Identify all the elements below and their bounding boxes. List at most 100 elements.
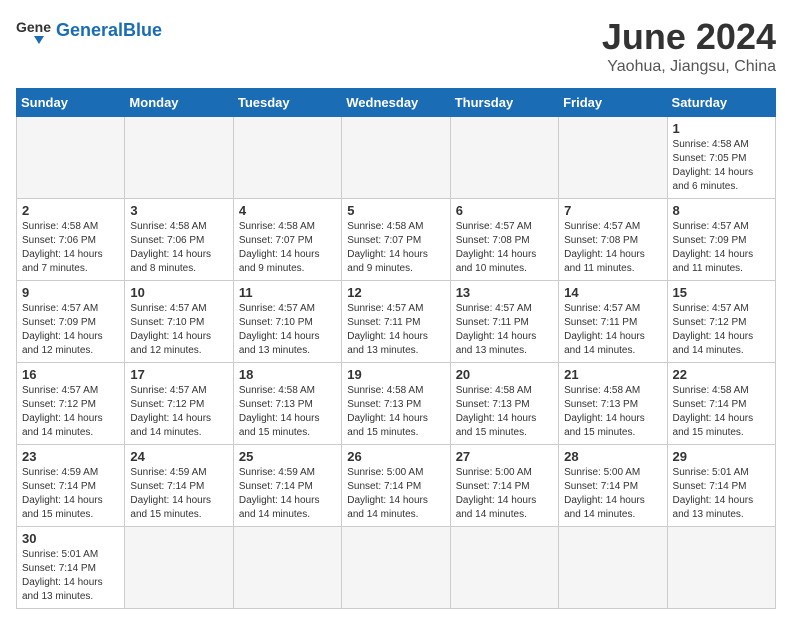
day-info: Sunrise: 5:01 AM Sunset: 7:14 PM Dayligh…: [673, 466, 770, 522]
day-info: Sunrise: 4:57 AM Sunset: 7:12 PM Dayligh…: [673, 302, 770, 358]
table-row: 7 Sunrise: 4:57 AM Sunset: 7:08 PM Dayli…: [559, 199, 667, 281]
table-row: 24 Sunrise: 4:59 AM Sunset: 7:14 PM Dayl…: [125, 445, 233, 527]
day-info: Sunrise: 4:57 AM Sunset: 7:08 PM Dayligh…: [456, 220, 553, 276]
day-info: Sunrise: 4:58 AM Sunset: 7:13 PM Dayligh…: [239, 384, 336, 440]
day-number: 4: [239, 203, 336, 218]
day-number: 26: [347, 449, 444, 464]
day-number: 21: [564, 367, 661, 382]
table-row: 29 Sunrise: 5:01 AM Sunset: 7:14 PM Dayl…: [667, 445, 775, 527]
title-block: June 2024 Yaohua, Jiangsu, China: [602, 16, 776, 76]
header-friday: Friday: [559, 89, 667, 117]
day-info: Sunrise: 4:58 AM Sunset: 7:13 PM Dayligh…: [456, 384, 553, 440]
day-info: Sunrise: 4:59 AM Sunset: 7:14 PM Dayligh…: [130, 466, 227, 522]
day-info: Sunrise: 5:00 AM Sunset: 7:14 PM Dayligh…: [347, 466, 444, 522]
calendar-week-row: 9 Sunrise: 4:57 AM Sunset: 7:09 PM Dayli…: [17, 281, 776, 363]
table-row: 27 Sunrise: 5:00 AM Sunset: 7:14 PM Dayl…: [450, 445, 558, 527]
page-header: General GeneralBlue June 2024 Yaohua, Ji…: [16, 16, 776, 76]
table-row: [559, 117, 667, 199]
day-number: 8: [673, 203, 770, 218]
day-info: Sunrise: 4:57 AM Sunset: 7:09 PM Dayligh…: [673, 220, 770, 276]
day-number: 28: [564, 449, 661, 464]
logo-text: GeneralBlue: [56, 20, 162, 40]
day-number: 5: [347, 203, 444, 218]
day-info: Sunrise: 4:57 AM Sunset: 7:10 PM Dayligh…: [239, 302, 336, 358]
table-row: 5 Sunrise: 4:58 AM Sunset: 7:07 PM Dayli…: [342, 199, 450, 281]
day-number: 14: [564, 285, 661, 300]
table-row: [450, 117, 558, 199]
day-number: 6: [456, 203, 553, 218]
table-row: 17 Sunrise: 4:57 AM Sunset: 7:12 PM Dayl…: [125, 363, 233, 445]
table-row: 9 Sunrise: 4:57 AM Sunset: 7:09 PM Dayli…: [17, 281, 125, 363]
day-number: 30: [22, 531, 119, 546]
calendar-week-row: 30 Sunrise: 5:01 AM Sunset: 7:14 PM Dayl…: [17, 527, 776, 609]
day-number: 18: [239, 367, 336, 382]
table-row: [125, 527, 233, 609]
day-info: Sunrise: 4:58 AM Sunset: 7:13 PM Dayligh…: [564, 384, 661, 440]
day-info: Sunrise: 4:57 AM Sunset: 7:11 PM Dayligh…: [564, 302, 661, 358]
table-row: 15 Sunrise: 4:57 AM Sunset: 7:12 PM Dayl…: [667, 281, 775, 363]
table-row: 23 Sunrise: 4:59 AM Sunset: 7:14 PM Dayl…: [17, 445, 125, 527]
header-tuesday: Tuesday: [233, 89, 341, 117]
table-row: 12 Sunrise: 4:57 AM Sunset: 7:11 PM Dayl…: [342, 281, 450, 363]
table-row: 26 Sunrise: 5:00 AM Sunset: 7:14 PM Dayl…: [342, 445, 450, 527]
table-row: [233, 527, 341, 609]
weekday-header-row: Sunday Monday Tuesday Wednesday Thursday…: [17, 89, 776, 117]
day-number: 3: [130, 203, 227, 218]
table-row: 4 Sunrise: 4:58 AM Sunset: 7:07 PM Dayli…: [233, 199, 341, 281]
table-row: 28 Sunrise: 5:00 AM Sunset: 7:14 PM Dayl…: [559, 445, 667, 527]
table-row: [342, 527, 450, 609]
day-info: Sunrise: 4:57 AM Sunset: 7:09 PM Dayligh…: [22, 302, 119, 358]
table-row: 16 Sunrise: 4:57 AM Sunset: 7:12 PM Dayl…: [17, 363, 125, 445]
day-info: Sunrise: 4:57 AM Sunset: 7:10 PM Dayligh…: [130, 302, 227, 358]
header-sunday: Sunday: [17, 89, 125, 117]
table-row: 13 Sunrise: 4:57 AM Sunset: 7:11 PM Dayl…: [450, 281, 558, 363]
day-number: 17: [130, 367, 227, 382]
table-row: 10 Sunrise: 4:57 AM Sunset: 7:10 PM Dayl…: [125, 281, 233, 363]
day-info: Sunrise: 4:58 AM Sunset: 7:06 PM Dayligh…: [130, 220, 227, 276]
table-row: [667, 527, 775, 609]
table-row: 3 Sunrise: 4:58 AM Sunset: 7:06 PM Dayli…: [125, 199, 233, 281]
day-number: 19: [347, 367, 444, 382]
header-thursday: Thursday: [450, 89, 558, 117]
day-info: Sunrise: 4:58 AM Sunset: 7:07 PM Dayligh…: [239, 220, 336, 276]
day-number: 29: [673, 449, 770, 464]
table-row: 2 Sunrise: 4:58 AM Sunset: 7:06 PM Dayli…: [17, 199, 125, 281]
table-row: 30 Sunrise: 5:01 AM Sunset: 7:14 PM Dayl…: [17, 527, 125, 609]
day-info: Sunrise: 5:00 AM Sunset: 7:14 PM Dayligh…: [564, 466, 661, 522]
table-row: [125, 117, 233, 199]
day-info: Sunrise: 4:59 AM Sunset: 7:14 PM Dayligh…: [22, 466, 119, 522]
day-number: 16: [22, 367, 119, 382]
table-row: [342, 117, 450, 199]
day-info: Sunrise: 4:59 AM Sunset: 7:14 PM Dayligh…: [239, 466, 336, 522]
day-info: Sunrise: 4:57 AM Sunset: 7:08 PM Dayligh…: [564, 220, 661, 276]
day-number: 1: [673, 121, 770, 136]
day-info: Sunrise: 4:57 AM Sunset: 7:12 PM Dayligh…: [130, 384, 227, 440]
logo-icon: General: [16, 16, 52, 44]
svg-text:General: General: [16, 19, 52, 35]
table-row: 20 Sunrise: 4:58 AM Sunset: 7:13 PM Dayl…: [450, 363, 558, 445]
table-row: 22 Sunrise: 4:58 AM Sunset: 7:14 PM Dayl…: [667, 363, 775, 445]
calendar-week-row: 1 Sunrise: 4:58 AM Sunset: 7:05 PM Dayli…: [17, 117, 776, 199]
table-row: [233, 117, 341, 199]
table-row: 21 Sunrise: 4:58 AM Sunset: 7:13 PM Dayl…: [559, 363, 667, 445]
table-row: 8 Sunrise: 4:57 AM Sunset: 7:09 PM Dayli…: [667, 199, 775, 281]
header-wednesday: Wednesday: [342, 89, 450, 117]
header-monday: Monday: [125, 89, 233, 117]
table-row: [559, 527, 667, 609]
day-info: Sunrise: 4:57 AM Sunset: 7:11 PM Dayligh…: [347, 302, 444, 358]
day-number: 9: [22, 285, 119, 300]
day-info: Sunrise: 4:58 AM Sunset: 7:13 PM Dayligh…: [347, 384, 444, 440]
header-saturday: Saturday: [667, 89, 775, 117]
day-number: 10: [130, 285, 227, 300]
table-row: [450, 527, 558, 609]
table-row: 14 Sunrise: 4:57 AM Sunset: 7:11 PM Dayl…: [559, 281, 667, 363]
table-row: 1 Sunrise: 4:58 AM Sunset: 7:05 PM Dayli…: [667, 117, 775, 199]
day-info: Sunrise: 4:58 AM Sunset: 7:05 PM Dayligh…: [673, 138, 770, 194]
day-info: Sunrise: 4:57 AM Sunset: 7:11 PM Dayligh…: [456, 302, 553, 358]
day-number: 23: [22, 449, 119, 464]
calendar-week-row: 23 Sunrise: 4:59 AM Sunset: 7:14 PM Dayl…: [17, 445, 776, 527]
table-row: 6 Sunrise: 4:57 AM Sunset: 7:08 PM Dayli…: [450, 199, 558, 281]
day-info: Sunrise: 5:01 AM Sunset: 7:14 PM Dayligh…: [22, 548, 119, 604]
day-info: Sunrise: 4:57 AM Sunset: 7:12 PM Dayligh…: [22, 384, 119, 440]
calendar-week-row: 2 Sunrise: 4:58 AM Sunset: 7:06 PM Dayli…: [17, 199, 776, 281]
